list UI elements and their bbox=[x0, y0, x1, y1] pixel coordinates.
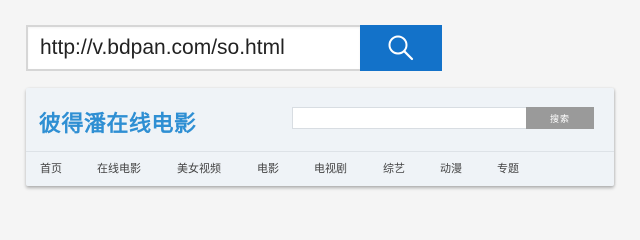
nav-item-variety[interactable]: 综艺 bbox=[383, 160, 405, 176]
nav-item-tv-series[interactable]: 电视剧 bbox=[314, 160, 347, 176]
site-header: 彼得潘在线电影 搜索 首页 在线电影 美女视频 电影 电视剧 综艺 动漫 专题 bbox=[26, 88, 614, 186]
nav-item-topics[interactable]: 专题 bbox=[497, 160, 519, 176]
site-search-button[interactable]: 搜索 bbox=[526, 107, 594, 129]
url-text: http://v.bdpan.com/so.html bbox=[40, 36, 285, 59]
nav-item-beauty-videos[interactable]: 美女视频 bbox=[177, 160, 221, 176]
url-search-button[interactable] bbox=[360, 25, 442, 71]
main-nav: 首页 在线电影 美女视频 电影 电视剧 综艺 动漫 专题 bbox=[26, 160, 614, 180]
nav-item-online-movies[interactable]: 在线电影 bbox=[97, 160, 141, 176]
magnifier-icon bbox=[388, 35, 414, 61]
url-input[interactable]: http://v.bdpan.com/so.html bbox=[26, 25, 360, 71]
nav-item-movies[interactable]: 电影 bbox=[257, 160, 279, 176]
site-search-input[interactable] bbox=[292, 107, 526, 129]
site-title[interactable]: 彼得潘在线电影 bbox=[39, 106, 197, 138]
nav-item-home[interactable]: 首页 bbox=[40, 160, 62, 176]
nav-item-anime[interactable]: 动漫 bbox=[440, 160, 462, 176]
header-divider bbox=[26, 151, 614, 152]
address-bar: http://v.bdpan.com/so.html bbox=[26, 25, 442, 71]
site-search-bar: 搜索 bbox=[292, 107, 594, 129]
